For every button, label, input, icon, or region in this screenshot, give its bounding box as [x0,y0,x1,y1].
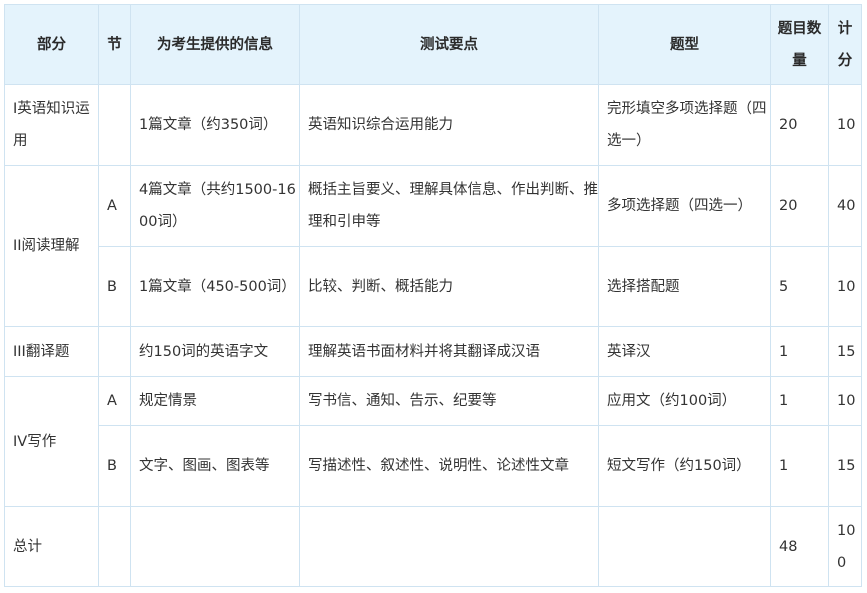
cell-part: III翻译题 [4,326,99,377]
cell-info: 4篇文章（共约1500-1600词） [130,165,300,247]
cell-type: 完形填空多项选择题（四选一） [598,84,771,166]
cell-points [299,506,599,587]
header-info: 为考生提供的信息 [130,4,300,85]
table-row: IV写作 A 规定情景 写书信、通知、告示、纪要等 应用文（约100词） 1 1… [4,376,862,507]
table-row: B 1篇文章（450-500词） 比较、判断、概括能力 选择搭配题 5 10 [5,246,862,327]
header-count: 题目数量 [770,4,829,85]
cell-count: 1 [770,425,829,507]
header-section: 节 [98,4,131,85]
cell-part: IV写作 [4,376,99,507]
table-row: III翻译题 约150词的英语字文 理解英语书面材料并将其翻译成汉语 英译汉 1… [4,326,862,377]
cell-points: 比较、判断、概括能力 [299,246,599,327]
cell-type: 短文写作（约150词） [598,425,771,507]
cell-type: 英译汉 [598,326,771,377]
header-score: 计分 [828,4,862,85]
cell-type: 应用文（约100词） [598,376,771,426]
cell-section: A [98,165,131,247]
cell-points: 英语知识综合运用能力 [299,84,599,166]
cell-info: 约150词的英语字文 [130,326,300,377]
cell-section: A [98,376,131,426]
cell-part: 总计 [4,506,99,587]
cell-score: 15 [828,425,862,507]
cell-section: B [98,425,131,507]
cell-points: 写描述性、叙述性、说明性、论述性文章 [299,425,599,507]
cell-info: 1篇文章（450-500词） [130,246,300,327]
cell-count: 20 [770,84,829,166]
cell-section [98,326,131,377]
cell-points: 理解英语书面材料并将其翻译成汉语 [299,326,599,377]
table-row: Ⅰ英语知识运用 1篇文章（约350词） 英语知识综合运用能力 完形填空多项选择题… [4,84,862,166]
header-row: 部分 节 为考生提供的信息 测试要点 题型 题目数量 计分 [4,4,862,85]
table-row: II阅读理解 A 4篇文章（共约1500-1600词） 概括主旨要义、理解具体信… [4,165,862,327]
cell-count: 1 [770,376,829,426]
table-row: B 文字、图画、图表等 写描述性、叙述性、说明性、论述性文章 短文写作（约150… [5,425,862,507]
cell-count: 1 [770,326,829,377]
cell-score: 10 [828,246,862,327]
cell-count: 5 [770,246,829,327]
cell-type: 多项选择题（四选一） [598,165,771,247]
cell-score: 10 [828,376,862,426]
total-row: 总计 48 100 [4,506,862,587]
cell-part: II阅读理解 [4,165,99,327]
cell-type [598,506,771,587]
cell-type: 选择搭配题 [598,246,771,327]
cell-score: 40 [828,165,862,247]
exam-structure-table: 部分 节 为考生提供的信息 测试要点 题型 题目数量 计分 Ⅰ英语知识运用 1篇… [4,4,862,587]
cell-count: 20 [770,165,829,247]
cell-info [130,506,300,587]
cell-section [98,84,131,166]
cell-part: Ⅰ英语知识运用 [4,84,99,166]
header-points: 测试要点 [299,4,599,85]
header-type: 题型 [598,4,771,85]
cell-points: 写书信、通知、告示、纪要等 [299,376,599,426]
cell-info: 文字、图画、图表等 [130,425,300,507]
cell-info: 规定情景 [130,376,300,426]
cell-score: 10 [828,84,862,166]
cell-score: 100 [828,506,862,587]
cell-count: 48 [770,506,829,587]
cell-score: 15 [828,326,862,377]
cell-section: B [98,246,131,327]
cell-points: 概括主旨要义、理解具体信息、作出判断、推理和引申等 [299,165,599,247]
cell-info: 1篇文章（约350词） [130,84,300,166]
header-part: 部分 [4,4,99,85]
cell-section [98,506,131,587]
